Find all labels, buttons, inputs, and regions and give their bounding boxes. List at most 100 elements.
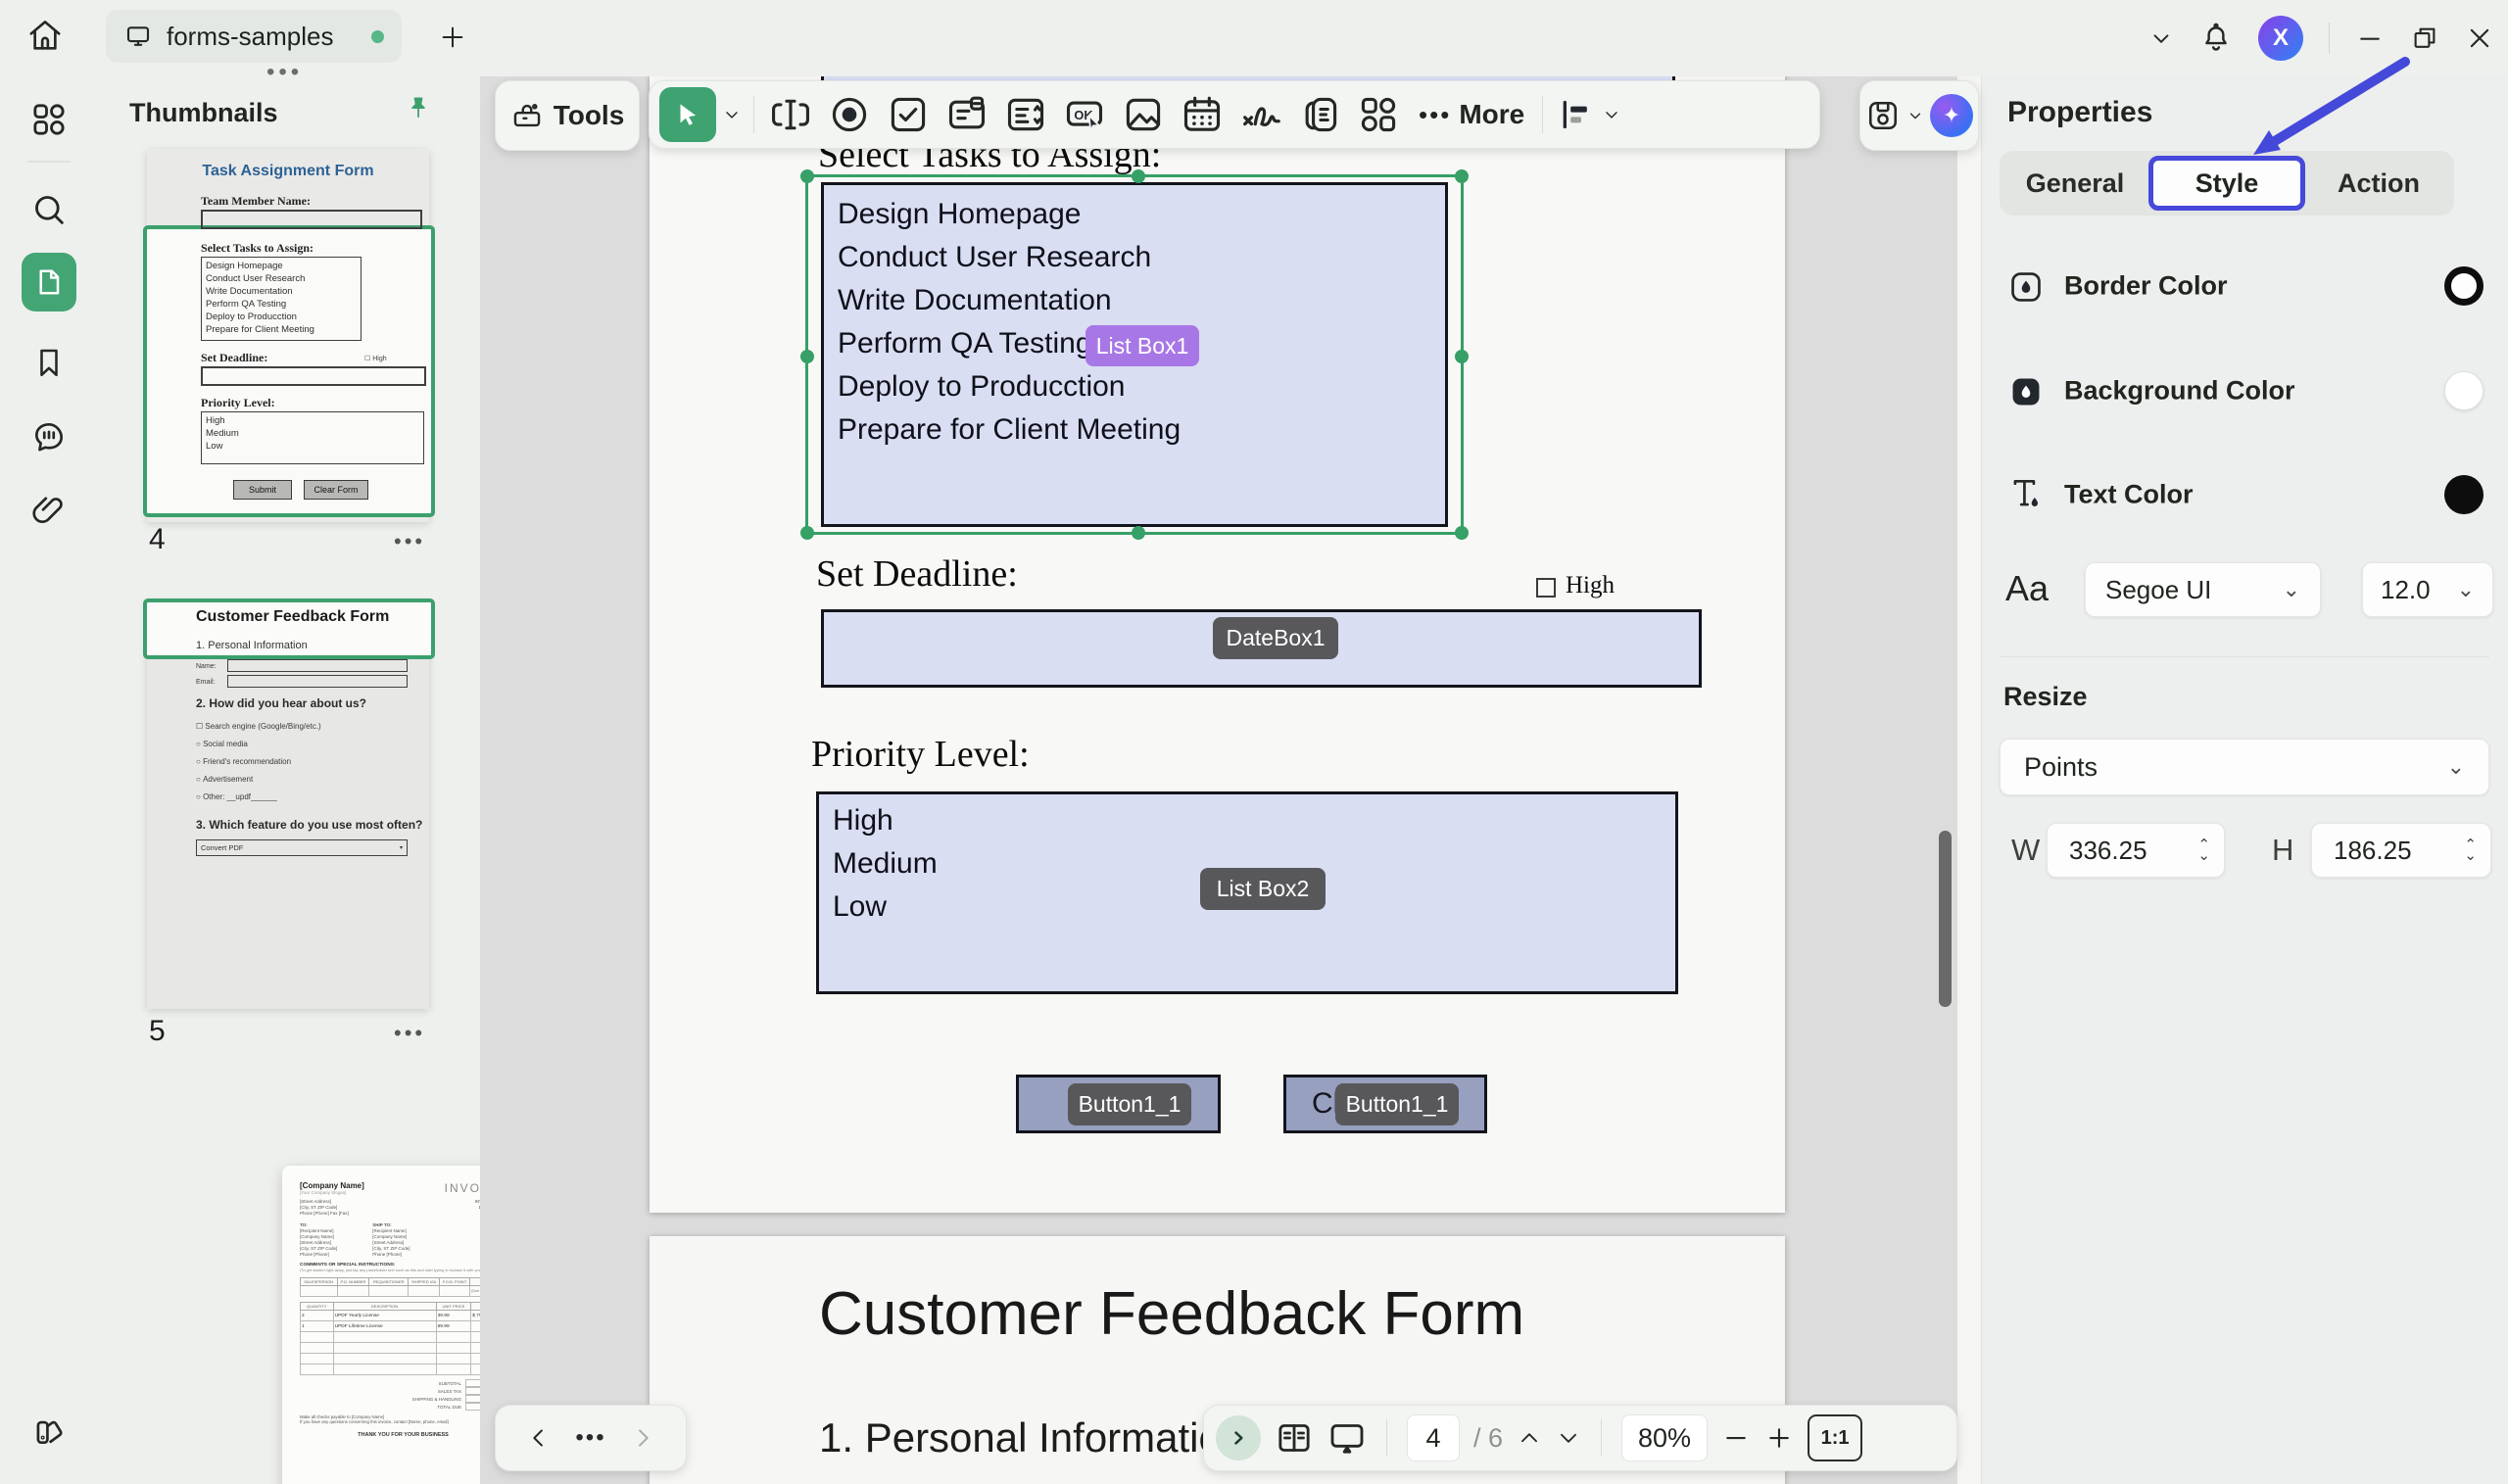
thumbnails-panel-button[interactable] [22,253,76,311]
background-color-swatch[interactable] [2444,371,2484,410]
tab-action[interactable]: Action [2305,168,2452,199]
list-option[interactable]: High [819,799,1675,842]
mini-clear-button: Clear Form [304,480,368,500]
size-row: W 336.25 ⌃⌄ H 186.25 ⌃⌄ [1982,823,2508,879]
button1-name-badge-2: Button1_1 [1335,1083,1459,1125]
thumbnail-page-4[interactable]: Task Assignment Form Team Member Name: S… [147,149,429,522]
mini-team-label: Team Member Name: [201,194,311,209]
select-tool-chevron[interactable] [722,105,742,124]
list-option[interactable]: Deploy to Producction [824,365,1445,408]
zoom-out-button[interactable] [1721,1423,1751,1453]
image-field-tool[interactable] [1115,86,1172,143]
prev-chevron[interactable] [525,1424,553,1452]
width-stepper[interactable]: ⌃⌄ [2197,839,2210,861]
attachments-button[interactable] [25,486,72,533]
save-options-chevron[interactable] [1906,107,1924,124]
apps-grid-button[interactable] [25,96,72,143]
page-icon [31,264,67,300]
page-number-input[interactable]: 4 [1407,1414,1460,1461]
comments-button[interactable] [25,413,72,460]
list-option[interactable]: Prepare for Client Meeting [824,408,1445,452]
panel-resize-handle[interactable]: ••• [266,59,303,86]
radio-button-tool[interactable] [821,86,878,143]
restore-button[interactable] [2410,24,2439,53]
push-button-tool[interactable]: OK [1056,86,1113,143]
ai-assistant-button[interactable]: ✦ [1930,94,1973,137]
swatches-button[interactable] [25,1407,72,1454]
duplicate-fields-tool[interactable] [1291,86,1348,143]
priority-heading: Priority Level: [811,733,1030,776]
mini-high-checkbox: ☐ High [364,355,387,362]
list-option[interactable]: Write Documentation [824,279,1445,322]
text-color-swatch[interactable] [2444,475,2484,514]
pin-panel-button[interactable] [404,94,433,128]
border-color-row: Border Color [1982,263,2508,310]
checkbox-tool[interactable] [880,86,937,143]
tab-general[interactable]: General [2002,168,2148,199]
high-checkbox[interactable] [1536,578,1556,598]
bookmarks-button[interactable] [25,339,72,386]
width-input[interactable]: 336.25 ⌃⌄ [2047,823,2225,878]
list-option[interactable]: Conduct User Research [824,236,1445,279]
collapse-toolbar-chevron[interactable] [2148,25,2174,51]
canvas-scrollbar[interactable] [1939,831,1952,1007]
two-page-view-button[interactable] [1275,1418,1314,1458]
expand-bar-button[interactable] [1216,1415,1261,1460]
thumb-4-menu[interactable]: ••• [394,529,425,554]
border-color-swatch[interactable] [2444,266,2484,306]
height-input[interactable]: 186.25 ⌃⌄ [2311,823,2491,878]
thumb-5-menu[interactable]: ••• [394,1021,425,1046]
page-menu-dots[interactable]: ••• [575,1424,605,1452]
thumbnail-page-5[interactable]: Customer Feedback Form 1. Personal Infor… [147,600,429,1009]
height-stepper[interactable]: ⌃⌄ [2464,839,2477,861]
close-button[interactable] [2465,24,2494,53]
cursor-icon [673,100,702,129]
presentation-button[interactable] [1327,1418,1367,1458]
new-tab-button[interactable] [433,18,472,57]
document-tab-label: forms-samples [167,22,333,52]
date-field-tool[interactable] [1174,86,1230,143]
left-rail [0,76,98,1484]
list-option[interactable]: Design Homepage [824,193,1445,236]
actual-size-button[interactable]: 1:1 [1808,1414,1862,1461]
page-down-button[interactable] [1556,1425,1581,1451]
text-field-tool[interactable] [762,86,819,143]
canvas-right-gutter [1957,76,1981,1484]
notifications-button[interactable] [2199,22,2233,55]
document-canvas[interactable]: Select Tasks to Assign: Design Homepage … [480,76,1981,1484]
listbox-tool[interactable] [997,86,1054,143]
inv-slogan: [Your Company Slogan] [300,1190,364,1195]
pdf-editor-window: forms-samples X [0,0,2508,1484]
alignment-tool[interactable] [1551,95,1627,134]
form-toolbar: OK ••• More [649,80,1820,149]
zoom-level[interactable]: 80% [1621,1414,1708,1461]
next-chevron[interactable] [629,1424,656,1452]
view-control-bar: 4 / 6 80% 1:1 [1203,1405,1957,1471]
save-button[interactable] [1865,98,1901,133]
zoom-in-button[interactable] [1764,1423,1794,1453]
tools-button[interactable]: Tools [495,80,640,151]
more-tools-button[interactable]: ••• More [1409,99,1534,130]
signature-field-tool[interactable] [1232,86,1289,143]
feedback-form-title: Customer Feedback Form [819,1279,1524,1349]
search-button[interactable] [25,186,72,233]
resize-title: Resize [2003,682,2088,712]
font-size-select[interactable]: 12.0 ⌄ [2362,562,2493,617]
mini-priority-listbox: High Medium Low [201,411,424,464]
font-family-select[interactable]: Segoe UI ⌄ [2085,562,2321,617]
home-icon [25,16,65,60]
width-label: W [2011,833,2040,868]
minimize-button[interactable] [2355,24,2385,53]
text-color-row: Text Color [1982,471,2508,518]
home-button[interactable] [22,12,69,63]
select-tool-button[interactable] [659,87,716,142]
listbox1-name-badge: List Box1 [1085,325,1199,366]
combobox-tool[interactable] [939,86,995,143]
button1-name-badge: Button1_1 [1068,1083,1191,1125]
document-page-4[interactable]: Select Tasks to Assign: Design Homepage … [650,76,1785,1213]
unit-select[interactable]: Points ⌄ [2000,739,2489,795]
swatches-icon [30,1412,68,1449]
more-fields-grid-tool[interactable] [1350,86,1407,143]
page-up-button[interactable] [1517,1425,1542,1451]
document-tab[interactable]: forms-samples [106,10,402,63]
